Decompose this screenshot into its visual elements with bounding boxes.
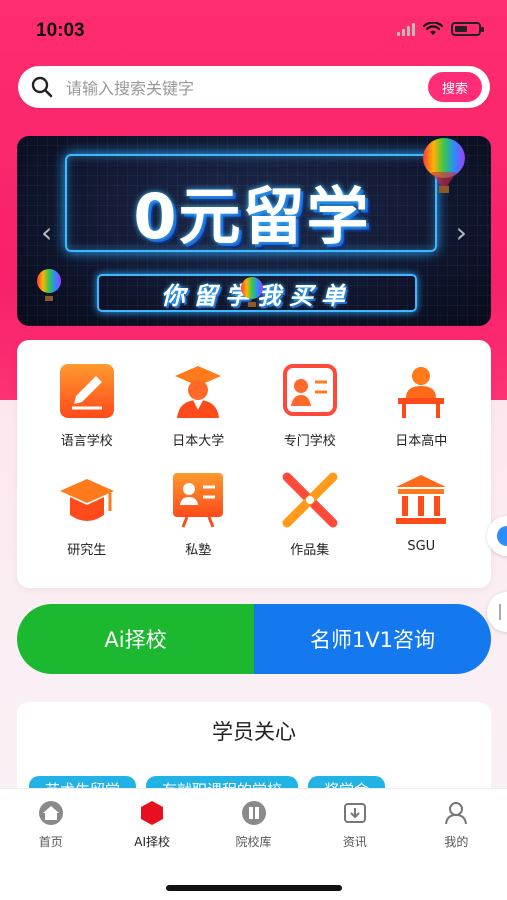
home-indicator	[166, 885, 342, 891]
search-button[interactable]: 搜索	[428, 72, 482, 102]
category-cram-school[interactable]: 私塾	[143, 469, 255, 558]
category-card: 语言学校 日本大学 专门学校 日本高中 研究生 私塾 作品集 SGU	[17, 340, 491, 588]
tab-profile[interactable]: 我的	[406, 799, 507, 863]
pencil-icon	[57, 360, 117, 422]
profile-icon	[442, 799, 470, 827]
category-label: SGU	[407, 539, 436, 554]
section-title: 学员关心	[212, 720, 296, 744]
tab-ai-school[interactable]: AI择校	[101, 799, 202, 863]
status-time: 10:03	[36, 20, 85, 41]
search-input[interactable]: 请输入搜索关键字	[66, 75, 428, 99]
category-label: 专门学校	[283, 434, 336, 449]
status-icons	[397, 22, 484, 36]
balloon-icon	[241, 277, 263, 307]
ai-school-select-button[interactable]: Ai择校	[17, 604, 254, 674]
search-bar[interactable]: 请输入搜索关键字 搜索	[18, 66, 490, 108]
category-sgu[interactable]: SGU	[366, 469, 478, 558]
category-vocational-school[interactable]: 专门学校	[254, 360, 366, 449]
tab-news[interactable]: 资讯	[304, 799, 405, 863]
category-label: 作品集	[290, 543, 330, 558]
chevron-right-icon[interactable]: ›	[456, 216, 467, 249]
category-language-school[interactable]: 语言学校	[31, 360, 143, 449]
home-icon	[37, 799, 65, 827]
tab-label: 首页	[38, 835, 63, 849]
category-label: 日本大学	[172, 434, 225, 449]
category-japan-university[interactable]: 日本大学	[143, 360, 255, 449]
balloon-icon	[423, 138, 465, 193]
bottom-tab-bar: 首页 AI择校 院校库 资讯 我的	[0, 788, 507, 900]
category-label: 日本高中	[395, 434, 448, 449]
category-label: 私塾	[185, 543, 212, 558]
chevron-left-icon[interactable]: ‹	[41, 216, 52, 249]
category-grid: 语言学校 日本大学 专门学校 日本高中 研究生 私塾 作品集 SGU	[31, 360, 477, 558]
tab-school-library[interactable]: 院校库	[203, 799, 304, 863]
tab-label: 院校库	[235, 835, 272, 849]
search-icon	[18, 76, 66, 98]
student-desk-icon	[391, 360, 451, 422]
tab-home[interactable]: 首页	[0, 799, 101, 863]
news-icon	[341, 799, 369, 827]
category-japan-high-school[interactable]: 日本高中	[366, 360, 478, 449]
wifi-icon	[423, 22, 443, 35]
certificate-icon	[280, 360, 340, 422]
portfolio-icon	[280, 469, 340, 531]
battery-icon	[451, 22, 484, 36]
action-buttons: Ai择校 名师1V1咨询	[17, 604, 491, 674]
banner-title: 0元留学	[133, 180, 371, 253]
institution-icon	[391, 469, 451, 531]
promo-banner[interactable]: 0元留学 你留学我买单 ‹ ›	[17, 136, 491, 326]
category-label: 语言学校	[60, 434, 113, 449]
status-bar: 10:03	[0, 0, 507, 60]
tab-label: AI择校	[134, 835, 170, 849]
tab-label: 我的	[444, 835, 469, 849]
balloon-icon	[37, 269, 61, 301]
mortarboard-icon	[57, 469, 117, 531]
ai-hexagon-icon	[138, 799, 166, 827]
category-portfolio[interactable]: 作品集	[254, 469, 366, 558]
teacher-consult-button[interactable]: 名师1V1咨询	[254, 604, 491, 674]
category-label: 研究生	[67, 543, 107, 558]
school-library-icon	[240, 799, 268, 827]
graduate-icon	[168, 360, 228, 422]
category-graduate[interactable]: 研究生	[31, 469, 143, 558]
tab-label: 资讯	[342, 835, 367, 849]
signal-icon	[397, 22, 415, 36]
teacher-board-icon	[168, 469, 228, 531]
